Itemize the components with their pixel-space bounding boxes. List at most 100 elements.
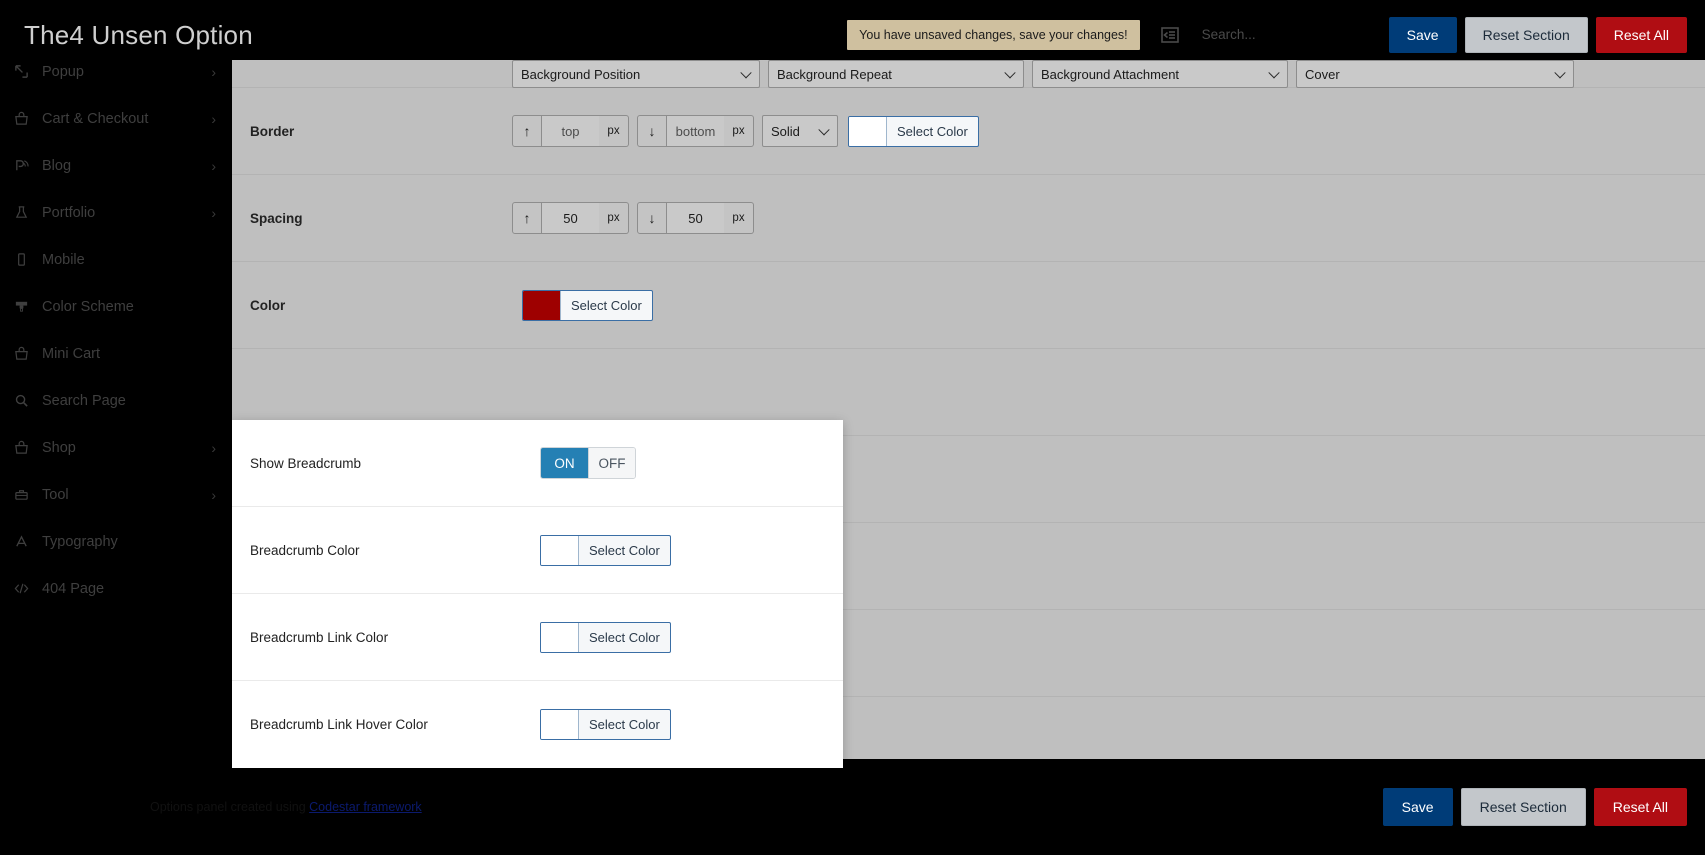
sidebar-item-label: Shop [42, 439, 76, 456]
sidebar-item-shop[interactable]: Shop › [0, 424, 232, 471]
cart-icon [14, 345, 36, 363]
save-button[interactable]: Save [1388, 16, 1457, 54]
sidebar-item-label: Portfolio [42, 204, 96, 221]
collapse-panel-icon[interactable] [1160, 25, 1180, 45]
search-icon [14, 392, 36, 410]
sidebar-item-mobile[interactable]: Mobile [0, 236, 232, 283]
background-select-group: Background Position Background Repeat Ba… [512, 60, 1574, 88]
background-position-select[interactable]: Background Position [512, 60, 760, 88]
search-input[interactable] [1201, 27, 1347, 42]
sidebar-item-label: Mini Cart [42, 345, 101, 362]
sidebar-nav: Popup › Cart & Checkout › Blog › Portfol… [0, 60, 232, 855]
breadcrumb-color-picker-label: Select Color [578, 535, 670, 565]
breadcrumb-link-hover-color-picker-label: Select Color [578, 710, 670, 739]
sidebar-item-popup[interactable]: Popup › [0, 60, 232, 95]
spacing-top-group: ↑ px [512, 202, 629, 234]
footer-reset-section-button[interactable]: Reset Section [1460, 787, 1586, 827]
spacing-setting-row: Spacing ↑ px ↓ px [232, 175, 1705, 262]
border-label: Border [250, 123, 295, 139]
sidebar-item-label: Search Page [42, 392, 126, 409]
chevron-right-icon: › [211, 486, 216, 503]
color-picker[interactable]: Select Color [522, 289, 653, 321]
breadcrumb-link-color-row: Breadcrumb Link Color Select Color [232, 594, 843, 681]
spacing-top-input[interactable] [542, 202, 599, 234]
sidebar-item-label: Mobile [42, 251, 85, 268]
sidebar-item-mini-cart[interactable]: Mini Cart [0, 330, 232, 377]
sidebar-item-label: Typography [42, 533, 118, 550]
background-attachment-select[interactable]: Background Attachment [1032, 60, 1288, 88]
footer-reset-all-button[interactable]: Reset All [1593, 787, 1687, 827]
breadcrumb-link-hover-color-field: Select Color [530, 709, 671, 740]
blog-rss-icon [14, 157, 36, 175]
sidebar-item-404-page[interactable]: 404 Page [0, 565, 232, 612]
border-style-select[interactable]: Solid [762, 115, 838, 147]
spacing-bottom-input[interactable] [667, 202, 724, 234]
code-icon [14, 580, 36, 598]
background-size-select[interactable]: Cover [1296, 60, 1574, 88]
border-bottom-unit: px [724, 115, 754, 147]
show-breadcrumb-row: Show Breadcrumb ON OFF [232, 420, 843, 507]
breadcrumb-link-hover-color-row: Breadcrumb Link Hover Color Select Color [232, 681, 843, 768]
codestar-framework-link[interactable]: Codestar framework [309, 800, 422, 814]
color-setting-row: Color Select Color [232, 262, 1705, 349]
sidebar-item-label: Color Scheme [42, 298, 134, 315]
sidebar-item-typography[interactable]: Typography [0, 518, 232, 565]
breadcrumb-link-hover-color-swatch [541, 710, 578, 739]
border-color-label: Select Color [886, 116, 978, 146]
footer-actions: Save Reset Section Reset All [1382, 787, 1705, 827]
cart-icon [14, 110, 36, 128]
border-color-swatch [849, 116, 886, 146]
arrow-down-icon: ↓ [637, 115, 667, 147]
cart-icon [14, 439, 36, 457]
sidebar-item-tool[interactable]: Tool › [0, 471, 232, 518]
footer-save-button[interactable]: Save [1382, 787, 1453, 827]
reset-all-button[interactable]: Reset All [1595, 16, 1687, 54]
sidebar-item-label: Popup [42, 63, 84, 80]
flask-icon [14, 204, 36, 222]
typography-a-icon [14, 533, 36, 551]
border-setting-row: Border ↑ px ↓ px Solid Select Color [232, 88, 1705, 175]
border-fields: ↑ px ↓ px Solid Select Color [512, 115, 979, 147]
toggle-off-option[interactable]: OFF [588, 448, 635, 478]
sidebar-item-blog[interactable]: Blog › [0, 142, 232, 189]
sidebar-item-cart-checkout[interactable]: Cart & Checkout › [0, 95, 232, 142]
color-swatch [523, 290, 560, 320]
app-footer: Options panel created using Codestar fra… [0, 759, 1705, 855]
footer-credit-text: Options panel created using [150, 800, 310, 814]
toggle-on-option[interactable]: ON [541, 448, 588, 478]
sidebar-item-portfolio[interactable]: Portfolio › [0, 189, 232, 236]
background-settings-row: Background Position Background Repeat Ba… [232, 60, 1705, 88]
spacing-bottom-unit: px [724, 202, 754, 234]
breadcrumb-color-label: Breadcrumb Color [250, 542, 360, 558]
breadcrumb-color-field: Select Color [530, 534, 671, 566]
chevron-right-icon: › [211, 157, 216, 174]
breadcrumb-link-color-picker-label: Select Color [578, 622, 670, 652]
color-fields: Select Color [512, 289, 653, 321]
chevron-right-icon: › [211, 204, 216, 221]
breadcrumb-link-color-field: Select Color [530, 621, 671, 653]
breadcrumb-link-hover-color-label: Breadcrumb Link Hover Color [250, 717, 428, 732]
spacing-bottom-group: ↓ px [637, 202, 754, 234]
arrow-down-icon: ↓ [637, 202, 667, 234]
border-bottom-input[interactable] [667, 115, 724, 147]
reset-section-button[interactable]: Reset Section [1464, 16, 1588, 54]
spacing-fields: ↑ px ↓ px [512, 202, 754, 234]
sidebar-item-search-page[interactable]: Search Page [0, 377, 232, 424]
border-top-group: ↑ px [512, 115, 629, 147]
breadcrumb-link-hover-color-picker[interactable]: Select Color [540, 709, 671, 740]
background-repeat-select[interactable]: Background Repeat [768, 60, 1024, 88]
sidebar-item-label: Tool [42, 486, 69, 503]
sidebar-item-color-scheme[interactable]: Color Scheme [0, 283, 232, 330]
breadcrumb-color-picker[interactable]: Select Color [540, 534, 671, 566]
chevron-right-icon: › [211, 110, 216, 127]
border-color-picker[interactable]: Select Color [848, 115, 979, 147]
spacing-top-unit: px [599, 202, 629, 234]
border-top-unit: px [599, 115, 629, 147]
breadcrumb-link-color-picker[interactable]: Select Color [540, 621, 671, 653]
show-breadcrumb-field: ON OFF [530, 447, 636, 479]
border-top-input[interactable] [542, 115, 599, 147]
arrow-up-icon: ↑ [512, 202, 542, 234]
chevron-right-icon: › [211, 63, 216, 80]
show-breadcrumb-toggle[interactable]: ON OFF [540, 447, 636, 479]
page-title: The4 Unsen Option [24, 19, 253, 50]
